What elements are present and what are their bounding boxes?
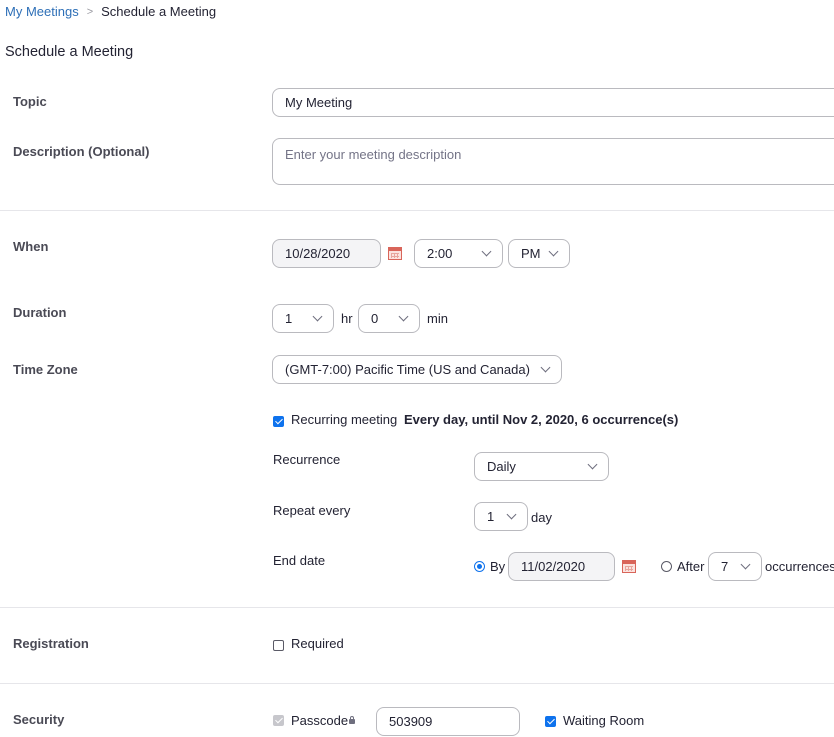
chevron-down-icon [540,362,551,373]
end-by-radio[interactable] [474,561,485,572]
registration-required-label: Required [291,636,344,651]
chevron-down-icon [548,246,559,257]
waiting-room-checkbox[interactable] [545,716,556,727]
breadcrumb-my-meetings-link[interactable]: My Meetings [5,4,79,19]
duration-minutes-value: 0 [371,311,379,326]
duration-minutes-select[interactable]: 0 [358,304,420,333]
calendar-icon[interactable] [388,247,402,260]
calendar-icon[interactable] [622,560,636,573]
recurrence-summary: Every day, until Nov 2, 2020, 6 occurren… [404,412,679,427]
repeat-every-label: Repeat every [273,503,351,518]
duration-hours-select[interactable]: 1 [272,304,334,333]
timezone-label: Time Zone [13,362,78,377]
passcode-label: Passcode [291,713,349,728]
end-date-input-value: 11/02/2020 [521,559,586,574]
repeat-every-select[interactable]: 1 [474,502,528,531]
lock-icon [349,716,355,724]
min-unit-label: min [427,311,448,326]
page-title: Schedule a Meeting [5,44,134,60]
passcode-input-value: 503909 [389,714,433,729]
chevron-down-icon [740,559,751,570]
ampm-select-value: PM [521,246,541,261]
section-divider [0,607,834,608]
end-by-label: By [490,559,506,574]
chevron-down-icon [398,311,409,322]
topic-input[interactable]: My Meeting [272,88,834,117]
end-after-radio[interactable] [661,561,672,572]
description-label: Description (Optional) [13,144,150,159]
breadcrumb: My Meetings > Schedule a Meeting [5,4,216,19]
chevron-down-icon [506,509,517,520]
occurrences-select[interactable]: 7 [708,552,762,581]
end-after-label: After [677,559,705,574]
recurrence-select[interactable]: Daily [474,452,609,481]
registration-required-checkbox[interactable] [273,640,284,651]
passcode-checkbox[interactable] [273,715,284,726]
section-divider [0,683,834,684]
topic-input-value: My Meeting [285,95,353,110]
description-placeholder: Enter your meeting description [285,147,462,162]
chevron-down-icon [312,311,323,322]
hr-unit-label: hr [341,311,353,326]
repeat-unit-label: day [531,510,552,525]
time-select[interactable]: 2:00 [414,239,503,268]
occurrences-select-value: 7 [721,559,729,574]
recurring-meeting-label: Recurring meeting [291,412,398,427]
date-input[interactable]: 10/28/2020 [272,239,381,268]
topic-label: Topic [13,94,47,109]
ampm-select[interactable]: PM [508,239,570,268]
end-date-label: End date [273,553,326,568]
duration-label: Duration [13,305,67,320]
description-textarea[interactable]: Enter your meeting description [272,138,834,185]
recurring-meeting-checkbox[interactable] [273,416,284,427]
timezone-select-value: (GMT-7:00) Pacific Time (US and Canada) [285,362,530,377]
security-label: Security [13,712,65,727]
when-label: When [13,239,49,254]
end-date-input[interactable]: 11/02/2020 [508,552,615,581]
duration-hours-value: 1 [285,311,293,326]
passcode-input[interactable]: 503909 [376,707,520,736]
chevron-down-icon [587,459,598,470]
chevron-down-icon [481,246,492,257]
breadcrumb-current: Schedule a Meeting [101,4,217,19]
waiting-room-label: Waiting Room [563,713,645,728]
recurrence-select-value: Daily [487,459,516,474]
time-select-value: 2:00 [427,246,453,261]
occurrences-label: occurrences [765,559,834,574]
recurrence-label: Recurrence [273,452,341,467]
section-divider [0,210,834,211]
repeat-every-value: 1 [487,509,495,524]
timezone-select[interactable]: (GMT-7:00) Pacific Time (US and Canada) [272,355,562,384]
breadcrumb-separator: > [86,5,94,18]
date-input-value: 10/28/2020 [285,246,351,261]
registration-label: Registration [13,636,89,651]
